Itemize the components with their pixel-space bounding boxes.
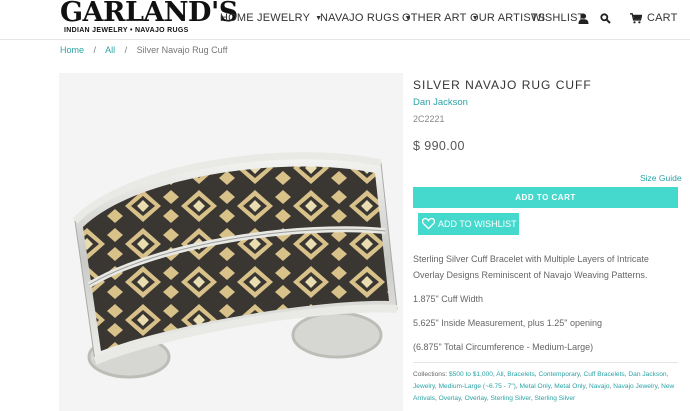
add-to-wishlist-button[interactable]: ADD TO WISHLIST (418, 213, 519, 235)
collections-list: Collections: $500 to $1,000, All, Bracel… (413, 371, 675, 402)
cuff-illustration (59, 73, 403, 411)
breadcrumb-separator: / (93, 45, 97, 55)
site-header: GARLAND'S INDIAN JEWELRY • NAVAJO RUGS H… (0, 0, 690, 40)
collection-link[interactable]: All (496, 371, 503, 378)
heart-icon (422, 217, 435, 230)
collection-link[interactable]: Sterling Silver (491, 395, 531, 402)
account-icon[interactable] (578, 13, 589, 24)
nav-jewelry-label: JEWELRY (257, 12, 311, 24)
nav-cart-label: CART (647, 12, 678, 24)
breadcrumb: Home / All / Silver Navajo Rug Cuff (60, 45, 228, 55)
breadcrumb-separator: / (124, 45, 128, 55)
logo-text: GARLAND'S (60, 0, 238, 28)
collection-link[interactable]: Cuff Bracelets (583, 371, 624, 378)
nav-home-label: HOME (220, 12, 254, 24)
collection-link[interactable]: Jewelry (413, 383, 435, 390)
nav-jewelry[interactable]: JEWELRY ▼ (257, 12, 322, 24)
size-guide-link[interactable]: Size Guide (640, 173, 682, 183)
add-to-wishlist-label: ADD TO WISHLIST (438, 219, 517, 229)
nav-home[interactable]: HOME (220, 12, 254, 24)
logo-tagline: INDIAN JEWELRY • NAVAJO RUGS (64, 27, 189, 34)
product-sku: 2C2221 (413, 114, 445, 124)
collection-link[interactable]: Sterling Silver (535, 395, 576, 402)
collections-label: Collections: (413, 371, 448, 378)
collection-link[interactable]: Navajo (589, 383, 610, 390)
collection-link[interactable]: Medium-Large (~6.75 - 7") (439, 383, 516, 390)
breadcrumb-home[interactable]: Home (60, 45, 84, 55)
product-vendor-link[interactable]: Dan Jackson (413, 97, 468, 108)
nav-other-art[interactable]: OTHER ART ▼ (402, 12, 479, 24)
total-circumference: (6.875" Total Circumference - Medium-Lar… (413, 342, 594, 352)
product-image[interactable] (59, 73, 403, 411)
cuff-width: 1.875" Cuff Width (413, 294, 484, 304)
nav-wishlist-label: WISHLIST (531, 12, 585, 24)
nav-other-art-label: OTHER ART (402, 12, 467, 24)
breadcrumb-all[interactable]: All (105, 45, 115, 55)
divider (413, 362, 678, 363)
collection-link[interactable]: Metal Only (554, 383, 585, 390)
collection-link[interactable]: Contemporary (538, 371, 579, 378)
add-to-cart-label: ADD TO CART (515, 193, 576, 202)
collection-link[interactable]: Navajo Jewelry (613, 383, 657, 390)
breadcrumb-current: Silver Navajo Rug Cuff (136, 45, 228, 55)
collection-link[interactable]: Overlay (439, 395, 461, 402)
product-price: $ 990.00 (413, 139, 465, 153)
description-line: Sterling Silver Cuff Bracelet with Multi… (413, 254, 649, 264)
search-icon[interactable] (600, 13, 611, 24)
nav-navajo-rugs-label: NAVAJO RUGS (320, 12, 400, 24)
nav-navajo-rugs[interactable]: NAVAJO RUGS ▼ (320, 12, 412, 24)
collection-link[interactable]: Metal Only (520, 383, 551, 390)
cart-icon[interactable] (630, 13, 642, 24)
add-to-cart-button[interactable]: ADD TO CART (413, 187, 678, 208)
site-logo[interactable]: GARLAND'S INDIAN JEWELRY • NAVAJO RUGS (60, 0, 238, 38)
product-title: SILVER NAVAJO RUG CUFF (413, 78, 592, 92)
nav-wishlist[interactable]: WISHLIST (531, 12, 585, 24)
collection-link[interactable]: Overlay (465, 395, 487, 402)
description-line: Overlay Designs Reminiscent of Navajo We… (413, 270, 648, 280)
collection-link[interactable]: Bracelets (507, 371, 535, 378)
nav-cart[interactable]: CART (647, 12, 678, 24)
inside-measurement: 5.625" Inside Measurement, plus 1.25" op… (413, 318, 603, 328)
collection-link[interactable]: Dan Jackson (628, 371, 666, 378)
collection-link[interactable]: $500 to $1,000 (449, 371, 493, 378)
